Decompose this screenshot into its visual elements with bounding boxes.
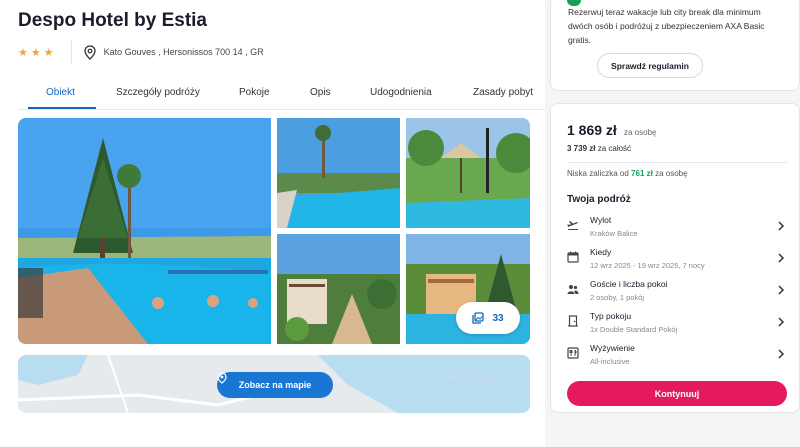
board-value: All-inclusive bbox=[590, 357, 630, 366]
page: Despo Hotel by Estia ★★★ Kato Gouves , H… bbox=[0, 0, 800, 447]
card-divider bbox=[567, 162, 787, 163]
show-on-map-button[interactable]: Zobacz na mapie bbox=[217, 372, 333, 398]
tab-pokoje[interactable]: Pokoje bbox=[239, 87, 270, 98]
calendar-icon bbox=[567, 251, 579, 263]
chevron-right-icon bbox=[778, 253, 785, 263]
booking-card: 1 869 zł za osobę 3 739 zł za całość Nis… bbox=[550, 103, 800, 413]
price-per-person-suffix: za osobę bbox=[624, 128, 657, 137]
promo-text: Rezerwuj teraz wakacje lub city break dl… bbox=[568, 7, 765, 45]
deposit-amount: 761 zł bbox=[631, 169, 653, 178]
guests-icon bbox=[567, 285, 579, 294]
trip-row-departure[interactable]: Wylot Kraków Balice bbox=[567, 215, 785, 245]
meta-divider bbox=[70, 41, 72, 63]
guests-label: Goście i liczba pokoi bbox=[590, 279, 668, 289]
chevron-right-icon bbox=[778, 285, 785, 295]
check-terms-button[interactable]: Sprawdź regulamin bbox=[597, 53, 703, 78]
hotel-meta: ★★★ Kato Gouves , Hersonissos 700 14 , G… bbox=[18, 41, 264, 63]
total-price: 3 739 zł za całość bbox=[567, 144, 631, 153]
tab-bar: Obiekt Szczegóły podróży Pokoje Opis Udo… bbox=[18, 80, 545, 110]
dates-label: Kiedy bbox=[590, 247, 612, 257]
plane-icon bbox=[567, 221, 578, 230]
hotel-photo-pool-overview[interactable] bbox=[277, 118, 400, 228]
trip-row-guests[interactable]: Goście i liczba pokoi 2 osoby, 1 pokój bbox=[567, 279, 785, 309]
photo-gallery bbox=[18, 118, 530, 344]
food-icon bbox=[567, 347, 579, 359]
tab-szczegoly-podrozy[interactable]: Szczegóły podróży bbox=[116, 87, 200, 98]
chevron-right-icon bbox=[778, 317, 785, 327]
room-type-value: 1x Double Standard Pokój bbox=[590, 325, 678, 334]
trip-row-room-type[interactable]: Typ pokoju 1x Double Standard Pokój bbox=[567, 311, 785, 341]
total-price-suffix: za całość bbox=[597, 144, 632, 153]
door-icon bbox=[568, 315, 578, 327]
departure-label: Wylot bbox=[590, 215, 612, 225]
tab-zasady-pobytu[interactable]: Zasady pobyt bbox=[473, 87, 533, 98]
room-type-label: Typ pokoju bbox=[590, 311, 632, 321]
board-label: Wyżywienie bbox=[590, 343, 635, 353]
tab-opis[interactable]: Opis bbox=[310, 87, 331, 98]
dates-value: 12 wrz 2025 - 19 wrz 2025, 7 nocy bbox=[590, 261, 705, 270]
deposit-info: Niska zaliczka od 761 zł za osobę bbox=[567, 169, 688, 178]
departure-value: Kraków Balice bbox=[590, 229, 638, 238]
map-pin-icon bbox=[217, 372, 227, 384]
location-pin-icon bbox=[83, 44, 96, 60]
map-preview[interactable]: Zobacz na mapie bbox=[18, 355, 530, 413]
trip-row-dates[interactable]: Kiedy 12 wrz 2025 - 19 wrz 2025, 7 nocy bbox=[567, 247, 785, 277]
tab-obiekt[interactable]: Obiekt bbox=[46, 87, 75, 98]
photo-count-label: 33 bbox=[492, 312, 504, 324]
hotel-main-panel: Despo Hotel by Estia ★★★ Kato Gouves , H… bbox=[0, 0, 545, 447]
deposit-suffix: za osobę bbox=[655, 169, 688, 178]
chevron-right-icon bbox=[778, 349, 785, 359]
chevron-right-icon bbox=[778, 221, 785, 231]
hotel-photo-pool-umbrellas[interactable] bbox=[406, 118, 530, 228]
star-rating: ★★★ bbox=[18, 46, 57, 59]
hotel-address: Kato Gouves , Hersonissos 700 14 , GR bbox=[103, 47, 264, 57]
active-tab-indicator bbox=[28, 107, 96, 109]
photo-count-button[interactable]: 33 bbox=[456, 302, 520, 334]
hotel-title: Despo Hotel by Estia bbox=[18, 10, 207, 31]
main-hotel-photo[interactable] bbox=[18, 118, 271, 344]
hotel-photo-building[interactable] bbox=[277, 234, 400, 344]
total-price-amount: 3 739 zł bbox=[567, 144, 596, 153]
promo-card: Rezerwuj teraz wakacje lub city break dl… bbox=[550, 0, 800, 91]
continue-button[interactable]: Kontynuuj bbox=[567, 381, 787, 406]
trip-row-board[interactable]: Wyżywienie All-inclusive bbox=[567, 343, 785, 373]
trip-section-title: Twoja podróż bbox=[567, 194, 631, 205]
show-on-map-label: Zobacz na mapie bbox=[238, 380, 312, 390]
guests-value: 2 osoby, 1 pokój bbox=[590, 293, 645, 302]
price-per-person: 1 869 zł bbox=[567, 122, 617, 138]
deposit-prefix: Niska zaliczka od bbox=[567, 169, 629, 178]
tab-udogodnienia[interactable]: Udogodnienia bbox=[370, 87, 432, 98]
gallery-icon bbox=[472, 312, 485, 324]
